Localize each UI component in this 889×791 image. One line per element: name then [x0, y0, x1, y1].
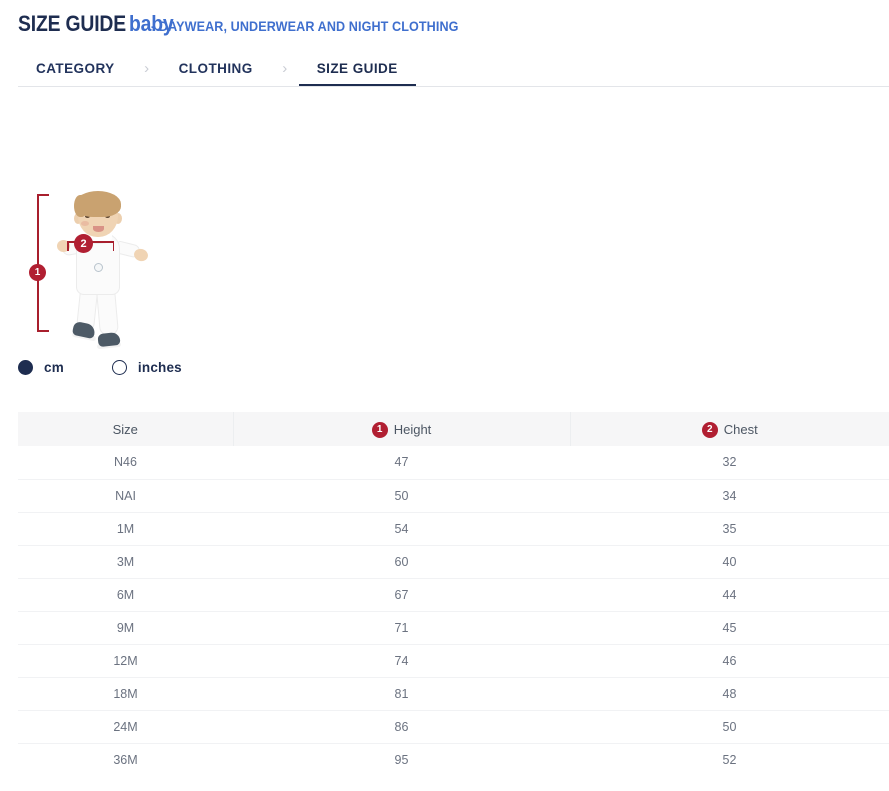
unit-label-cm: cm	[44, 360, 64, 375]
baby-illustration	[54, 193, 150, 348]
baby-mouth	[93, 226, 104, 232]
cell-height: 60	[233, 545, 570, 578]
breadcrumb-item-clothing[interactable]: CLOTHING	[161, 50, 271, 87]
table-row: 3M 60 40	[18, 545, 889, 578]
column-header-size-label: Size	[113, 422, 138, 437]
radio-cm[interactable]	[18, 360, 33, 375]
height-measure-badge: 1	[29, 264, 46, 281]
height-measure-cap-top	[37, 194, 49, 196]
cell-chest: 50	[570, 710, 889, 743]
table-header-row: Size 1 Height 2 Chest	[18, 412, 889, 446]
radio-inches[interactable]	[112, 360, 127, 375]
baby-romper-button	[94, 263, 103, 272]
table-header: Size 1 Height 2 Chest	[18, 412, 889, 446]
cell-height: 50	[233, 479, 570, 512]
column-header-chest: 2 Chest	[570, 412, 889, 446]
table-row: N46 47 32	[18, 446, 889, 479]
table-row: 18M 81 48	[18, 677, 889, 710]
page-title-main: SIZE GUIDE	[18, 11, 126, 37]
cell-height: 81	[233, 677, 570, 710]
table-row: 9M 71 45	[18, 611, 889, 644]
baby-cheek	[81, 221, 89, 226]
cell-chest: 46	[570, 644, 889, 677]
breadcrumb-item-category[interactable]: CATEGORY	[18, 50, 133, 87]
column-header-height: 1 Height	[233, 412, 570, 446]
cell-size: 9M	[18, 611, 233, 644]
cell-height: 54	[233, 512, 570, 545]
cell-size: 3M	[18, 545, 233, 578]
table-body: N46 47 32 NAI 50 34 1M 54 35 3M 60 40 6M	[18, 446, 889, 776]
cell-chest: 34	[570, 479, 889, 512]
cell-chest: 52	[570, 743, 889, 776]
cell-size: 24M	[18, 710, 233, 743]
baby-hair-side	[74, 195, 86, 217]
baby-leg-right	[96, 288, 119, 335]
unit-label-inches: inches	[138, 360, 182, 375]
page-title-description: - DAYWEAR, UNDERWEAR AND NIGHT CLOTHING	[151, 18, 459, 34]
cell-size: 36M	[18, 743, 233, 776]
unit-selector: cm inches	[18, 356, 182, 378]
chest-measure-badge: 2	[74, 234, 93, 253]
chevron-right-icon: ›	[271, 50, 299, 87]
cell-size: 12M	[18, 644, 233, 677]
unit-option-cm[interactable]: cm	[18, 360, 64, 375]
chevron-right-icon: ›	[133, 50, 161, 87]
cell-height: 47	[233, 446, 570, 479]
height-measure-line	[37, 194, 39, 331]
table-row: 12M 74 46	[18, 644, 889, 677]
cell-chest: 35	[570, 512, 889, 545]
column-header-height-label: Height	[394, 422, 432, 437]
table-row: NAI 50 34	[18, 479, 889, 512]
cell-height: 74	[233, 644, 570, 677]
height-badge-icon: 1	[372, 422, 388, 438]
table-row: 1M 54 35	[18, 512, 889, 545]
cell-chest: 32	[570, 446, 889, 479]
breadcrumb: CATEGORY › CLOTHING › SIZE GUIDE	[18, 50, 889, 87]
table-row: 24M 86 50	[18, 710, 889, 743]
height-measure-cap-bottom	[37, 330, 49, 332]
cell-height: 71	[233, 611, 570, 644]
cell-height: 67	[233, 578, 570, 611]
column-header-chest-label: Chest	[724, 422, 758, 437]
cell-size: 18M	[18, 677, 233, 710]
column-header-size: Size	[18, 412, 233, 446]
cell-size: NAI	[18, 479, 233, 512]
chest-measure-cap-right	[113, 241, 115, 251]
cell-size: 1M	[18, 512, 233, 545]
baby-shoe-right	[97, 332, 120, 347]
cell-chest: 48	[570, 677, 889, 710]
measurement-figure: 1 2	[18, 185, 188, 355]
size-guide-table: Size 1 Height 2 Chest	[18, 412, 889, 776]
size-guide-page: SIZE GUIDE baby - DAYWEAR, UNDERWEAR AND…	[0, 0, 889, 791]
page-title: SIZE GUIDE baby - DAYWEAR, UNDERWEAR AND…	[18, 11, 493, 37]
chest-badge-icon: 2	[702, 422, 718, 438]
table-row: 6M 67 44	[18, 578, 889, 611]
breadcrumb-divider	[18, 86, 889, 87]
cell-chest: 40	[570, 545, 889, 578]
cell-size: 6M	[18, 578, 233, 611]
breadcrumb-item-size-guide[interactable]: SIZE GUIDE	[299, 50, 416, 87]
chest-measure-cap-left	[67, 241, 69, 251]
table-row: 36M 95 52	[18, 743, 889, 776]
cell-chest: 45	[570, 611, 889, 644]
cell-height: 86	[233, 710, 570, 743]
unit-option-inches[interactable]: inches	[112, 360, 182, 375]
cell-size: N46	[18, 446, 233, 479]
baby-hand-right	[133, 247, 149, 262]
cell-chest: 44	[570, 578, 889, 611]
cell-height: 95	[233, 743, 570, 776]
